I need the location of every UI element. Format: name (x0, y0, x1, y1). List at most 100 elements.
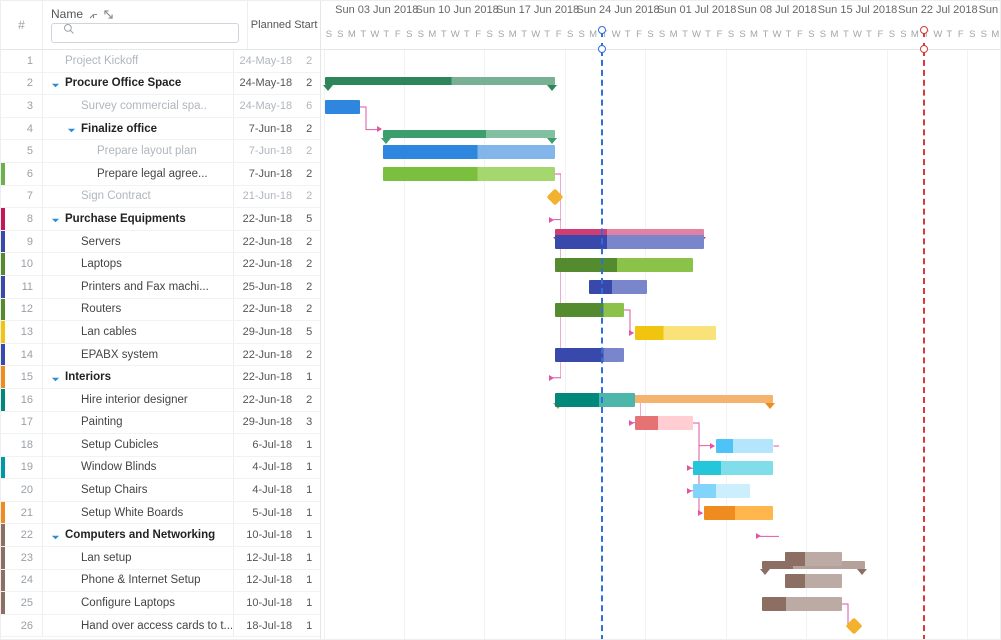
task-name-cell[interactable]: Project Kickoff (43, 50, 234, 72)
task-row[interactable]: 13Lan cables29-Jun-185 (1, 321, 320, 344)
task-bar[interactable] (785, 552, 842, 566)
day-label: T (679, 29, 690, 40)
day-label: T (381, 29, 392, 40)
dependency-arrow-icon (756, 533, 761, 539)
task-name-cell[interactable]: EPABX system (43, 344, 234, 366)
day-label: S (898, 29, 909, 40)
task-row[interactable]: 1Project Kickoff24-May-182 (1, 50, 320, 73)
task-name-cell[interactable]: Window Blinds (43, 457, 234, 479)
expand-caret-icon[interactable] (51, 79, 61, 88)
dependency-arrow-icon (698, 510, 703, 516)
task-name-cell[interactable]: Printers and Fax machi... (43, 276, 234, 298)
task-name-cell[interactable]: Servers (43, 231, 234, 253)
task-name-cell[interactable]: Finalize office (43, 118, 234, 140)
task-planned-start: 22-Jun-18 (234, 258, 298, 270)
task-bar[interactable] (555, 258, 693, 272)
task-bar[interactable] (635, 326, 715, 340)
task-name-cell[interactable]: Laptops (43, 253, 234, 275)
task-row[interactable]: 23Lan setup12-Jul-181 (1, 547, 320, 570)
expand-icon[interactable] (104, 10, 113, 19)
task-grid[interactable]: 1Project Kickoff24-May-1822Procure Offic… (1, 50, 320, 639)
task-row[interactable]: 16Hire interior designer22-Jun-182 (1, 389, 320, 412)
task-name-cell[interactable]: Configure Laptops (43, 592, 234, 614)
day-label: F (472, 29, 483, 40)
task-name-cell[interactable]: Setup White Boards (43, 502, 234, 524)
column-header-number[interactable]: # (1, 1, 43, 49)
task-extra-value: 1 (298, 620, 320, 632)
task-bar[interactable] (555, 393, 635, 407)
column-header-name[interactable]: Name (43, 1, 248, 49)
task-bar[interactable] (325, 100, 359, 114)
expand-caret-icon[interactable] (51, 373, 61, 382)
row-number: 20 (1, 479, 43, 501)
task-name-cell[interactable]: Computers and Networking (43, 524, 234, 546)
task-row[interactable]: 24Phone & Internet Setup12-Jul-181 (1, 570, 320, 593)
task-row[interactable]: 6Prepare legal agree...7-Jun-182 (1, 163, 320, 186)
summary-bar[interactable] (325, 77, 555, 85)
task-extra-value: 1 (298, 597, 320, 609)
task-bar[interactable] (555, 303, 624, 317)
task-name-cell[interactable]: Prepare layout plan (43, 140, 234, 162)
task-row[interactable]: 18Setup Cubicles6-Jul-181 (1, 434, 320, 457)
task-name-cell[interactable]: Prepare legal agree... (43, 163, 234, 185)
task-row[interactable]: 5Prepare layout plan7-Jun-182 (1, 140, 320, 163)
collapse-icon[interactable] (89, 10, 98, 19)
task-row[interactable]: 26Hand over access cards to t...18-Jul-1… (1, 615, 320, 638)
task-row[interactable]: 15Interiors22-Jun-181 (1, 366, 320, 389)
task-name-cell[interactable]: Lan cables (43, 321, 234, 343)
task-name-cell[interactable]: Setup Chairs (43, 479, 234, 501)
task-row[interactable]: 11Printers and Fax machi...25-Jun-182 (1, 276, 320, 299)
task-row[interactable]: 21Setup White Boards5-Jul-181 (1, 502, 320, 525)
task-bar[interactable] (704, 506, 773, 520)
task-bar[interactable] (693, 461, 773, 475)
day-label: W (369, 29, 380, 40)
task-row[interactable]: 14EPABX system22-Jun-182 (1, 344, 320, 367)
task-row[interactable]: 8Purchase Equipments22-Jun-185 (1, 208, 320, 231)
task-row[interactable]: 12Routers22-Jun-182 (1, 299, 320, 322)
timeline-pane[interactable]: Sun 03 Jun 2018Sun 10 Jun 2018Sun 17 Jun… (321, 1, 1000, 639)
task-name-cell[interactable]: Sign Contract (43, 186, 234, 208)
expand-caret-icon (67, 350, 77, 359)
column-header-planned-start[interactable]: Planned Start (248, 1, 320, 49)
task-name-cell[interactable]: Painting (43, 412, 234, 434)
task-row[interactable]: 9Servers22-Jun-182 (1, 231, 320, 254)
task-row[interactable]: 19Window Blinds4-Jul-181 (1, 457, 320, 480)
expand-caret-icon[interactable] (67, 124, 77, 133)
task-row[interactable]: 10Laptops22-Jun-182 (1, 253, 320, 276)
task-name-cell[interactable]: Survey commercial spa.. (43, 95, 234, 117)
task-row[interactable]: 7Sign Contract21-Jun-182 (1, 186, 320, 209)
task-bar[interactable] (589, 280, 646, 294)
task-name-cell[interactable]: Lan setup (43, 547, 234, 569)
summary-bar[interactable] (383, 130, 555, 138)
task-name-cell[interactable]: Routers (43, 299, 234, 321)
task-bar[interactable] (693, 484, 750, 498)
task-row[interactable]: 3Survey commercial spa..24-May-186 (1, 95, 320, 118)
task-name-cell[interactable]: Phone & Internet Setup (43, 570, 234, 592)
expand-caret-icon[interactable] (51, 214, 61, 223)
gantt-chart[interactable] (321, 50, 1000, 639)
task-bar[interactable] (635, 416, 692, 430)
task-row[interactable]: 4Finalize office7-Jun-182 (1, 118, 320, 141)
task-name-cell[interactable]: Setup Cubicles (43, 434, 234, 456)
task-row[interactable]: 2Procure Office Space24-May-182 (1, 73, 320, 96)
expand-caret-icon[interactable] (51, 531, 61, 540)
task-row[interactable]: 17Painting29-Jun-183 (1, 412, 320, 435)
task-bar[interactable] (383, 167, 555, 181)
task-name-cell[interactable]: Interiors (43, 366, 234, 388)
task-bar[interactable] (785, 574, 842, 588)
task-bar[interactable] (383, 145, 555, 159)
task-name-cell[interactable]: Purchase Equipments (43, 208, 234, 230)
task-row[interactable]: 20Setup Chairs4-Jul-181 (1, 479, 320, 502)
task-name-cell[interactable]: Hand over access cards to t... (43, 615, 234, 637)
task-row[interactable]: 22Computers and Networking10-Jul-181 (1, 524, 320, 547)
task-name-cell[interactable]: Procure Office Space (43, 73, 234, 95)
task-bar[interactable] (555, 235, 704, 249)
search-input[interactable] (51, 23, 239, 43)
task-bar[interactable] (716, 439, 773, 453)
task-bar[interactable] (555, 348, 624, 362)
task-extra-value: 2 (298, 55, 320, 67)
task-row[interactable]: 25Configure Laptops10-Jul-181 (1, 592, 320, 615)
task-bar[interactable] (762, 597, 842, 611)
day-label: S (967, 29, 978, 40)
task-name-cell[interactable]: Hire interior designer (43, 389, 234, 411)
